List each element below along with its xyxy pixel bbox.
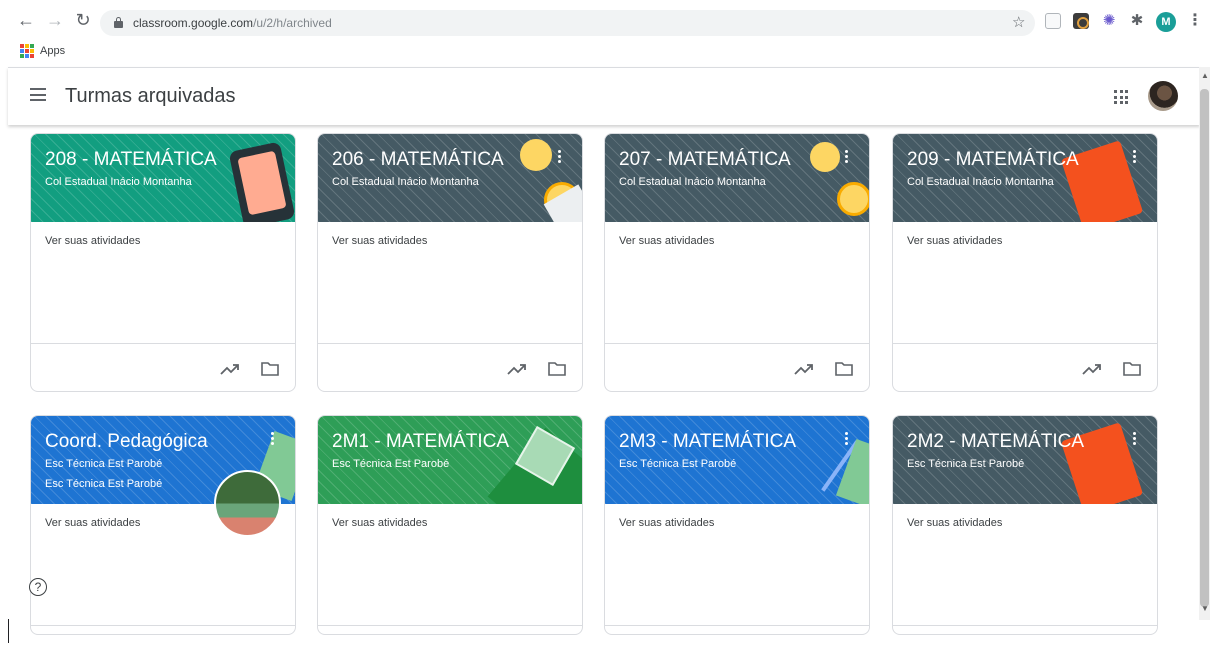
class-subtitle-secondary: Esc Técnica Est Parobé [45, 478, 163, 490]
coin-illustration [520, 139, 552, 171]
trending-up-icon[interactable] [220, 362, 240, 376]
class-card-body: Ver suas atividades [318, 222, 582, 344]
class-title[interactable]: 206 - MATEMÁTICA [332, 149, 504, 171]
bookmarks-bar [0, 40, 1210, 64]
class-card-body: Ver suas atividades [605, 504, 869, 626]
extension-clock-icon[interactable] [1073, 13, 1089, 29]
class-card-body: Ver suas atividades [893, 504, 1157, 626]
class-card[interactable]: 208 - MATEMÁTICA Col Estadual Inácio Mon… [30, 133, 296, 392]
class-title[interactable]: 208 - MATEMÁTICA [45, 149, 217, 171]
view-activities-link[interactable]: Ver suas atividades [907, 517, 1002, 529]
apps-grid-icon[interactable] [20, 44, 34, 58]
class-card[interactable]: 207 - MATEMÁTICA Col Estadual Inácio Mon… [604, 133, 870, 392]
more-options-icon[interactable] [1133, 150, 1137, 164]
text-caret [8, 619, 9, 643]
class-card-header[interactable]: 2M1 - MATEMÁTICA Esc Técnica Est Parobé [318, 416, 582, 504]
user-avatar[interactable] [1148, 81, 1178, 111]
extension-gear-icon[interactable]: ✺ [1101, 13, 1117, 29]
class-subtitle: Esc Técnica Est Parobé [45, 458, 163, 470]
class-card[interactable]: 2M3 - MATEMÁTICA Esc Técnica Est Parobé … [604, 415, 870, 635]
folder-icon[interactable] [1123, 362, 1141, 376]
more-options-icon[interactable] [271, 432, 275, 446]
class-card[interactable]: 206 - MATEMÁTICA Col Estadual Inácio Mon… [317, 133, 583, 392]
class-card-header[interactable]: 2M3 - MATEMÁTICA Esc Técnica Est Parobé [605, 416, 869, 504]
class-subtitle: Col Estadual Inácio Montanha [332, 176, 479, 188]
class-card-footer [605, 344, 869, 391]
arrow-left-icon[interactable]: ← [16, 10, 36, 30]
folder-icon[interactable] [261, 362, 279, 376]
arrow-right-icon[interactable]: → [45, 10, 65, 30]
class-subtitle: Esc Técnica Est Parobé [332, 458, 450, 470]
class-card-header[interactable]: 206 - MATEMÁTICA Col Estadual Inácio Mon… [318, 134, 582, 222]
address-url: classroom.google.com/u/2/h/archived [133, 16, 332, 30]
class-card-header[interactable]: 208 - MATEMÁTICA Col Estadual Inácio Mon… [31, 134, 295, 222]
class-subtitle: Col Estadual Inácio Montanha [45, 176, 192, 188]
folder-icon[interactable] [835, 362, 853, 376]
class-title[interactable]: 207 - MATEMÁTICA [619, 149, 791, 171]
class-title[interactable]: Coord. Pedagógica [45, 431, 208, 453]
page-title: Turmas arquivadas [65, 85, 236, 107]
help-icon[interactable]: ? [29, 578, 47, 596]
view-activities-link[interactable]: Ver suas atividades [332, 235, 427, 247]
trending-up-icon[interactable] [1082, 362, 1102, 376]
class-subtitle: Esc Técnica Est Parobé [619, 458, 737, 470]
trending-up-icon[interactable] [794, 362, 814, 376]
browser-toolbar: ← → ↻ classroom.google.com/u/2/h/archive… [0, 0, 1210, 40]
class-card-footer [893, 344, 1157, 391]
class-card-footer [31, 344, 295, 391]
more-options-icon[interactable] [845, 432, 849, 446]
class-subtitle: Esc Técnica Est Parobé [907, 458, 1025, 470]
extensions-puzzle-icon[interactable]: ✱ [1129, 13, 1145, 29]
class-card-body: Ver suas atividades [605, 222, 869, 344]
apps-bookmark[interactable]: Apps [40, 45, 65, 57]
class-card[interactable]: 2M2 - MATEMÁTICA Esc Técnica Est Parobé … [892, 415, 1158, 635]
coin-illustration [837, 182, 869, 216]
star-icon[interactable]: ☆ [1012, 13, 1025, 31]
class-title[interactable]: 2M3 - MATEMÁTICA [619, 431, 796, 453]
more-options-icon[interactable] [558, 150, 562, 164]
chrome-menu-icon[interactable]: ⋮ [1187, 11, 1203, 31]
scroll-thumb[interactable] [1200, 89, 1209, 607]
extension-page-icon[interactable] [1045, 13, 1061, 29]
browser-profile-avatar[interactable]: M [1156, 12, 1176, 32]
class-owner-photo [214, 470, 281, 537]
address-bar[interactable]: classroom.google.com/u/2/h/archived ☆ [100, 10, 1035, 36]
waffle-icon[interactable] [1114, 90, 1128, 104]
class-card-header[interactable]: 209 - MATEMÁTICA Col Estadual Inácio Mon… [893, 134, 1157, 222]
view-activities-link[interactable]: Ver suas atividades [907, 235, 1002, 247]
more-options-icon[interactable] [845, 150, 849, 164]
class-card-header[interactable]: 207 - MATEMÁTICA Col Estadual Inácio Mon… [605, 134, 869, 222]
class-card[interactable]: 2M1 - MATEMÁTICA Esc Técnica Est Parobé … [317, 415, 583, 635]
class-card-footer [318, 344, 582, 391]
class-card[interactable]: 209 - MATEMÁTICA Col Estadual Inácio Mon… [892, 133, 1158, 392]
app-header: Turmas arquivadas [8, 67, 1200, 125]
lock-icon [114, 17, 123, 28]
more-options-icon[interactable] [1133, 432, 1137, 446]
view-activities-link[interactable]: Ver suas atividades [619, 517, 714, 529]
view-activities-link[interactable]: Ver suas atividades [45, 235, 140, 247]
class-subtitle: Col Estadual Inácio Montanha [907, 176, 1054, 188]
class-card-header[interactable]: 2M2 - MATEMÁTICA Esc Técnica Est Parobé [893, 416, 1157, 504]
class-title[interactable]: 209 - MATEMÁTICA [907, 149, 1079, 171]
class-card-body: Ver suas atividades [31, 222, 295, 344]
folder-icon[interactable] [548, 362, 566, 376]
class-title[interactable]: 2M1 - MATEMÁTICA [332, 431, 509, 453]
reload-icon[interactable]: ↻ [73, 10, 93, 30]
hamburger-icon[interactable] [30, 88, 46, 101]
view-activities-link[interactable]: Ver suas atividades [332, 517, 427, 529]
view-activities-link[interactable]: Ver suas atividades [45, 517, 140, 529]
class-title[interactable]: 2M2 - MATEMÁTICA [907, 431, 1084, 453]
scroll-down-arrow-icon[interactable]: ▼ [1201, 604, 1209, 613]
coin-illustration [810, 142, 840, 172]
page-scrollbar[interactable]: ▲ ▼ [1199, 67, 1210, 620]
notebook-illustration [835, 438, 869, 504]
class-card-body: Ver suas atividades [893, 222, 1157, 344]
class-subtitle: Col Estadual Inácio Montanha [619, 176, 766, 188]
trending-up-icon[interactable] [507, 362, 527, 376]
view-activities-link[interactable]: Ver suas atividades [619, 235, 714, 247]
class-card-body: Ver suas atividades [318, 504, 582, 626]
scroll-up-arrow-icon[interactable]: ▲ [1201, 71, 1209, 80]
